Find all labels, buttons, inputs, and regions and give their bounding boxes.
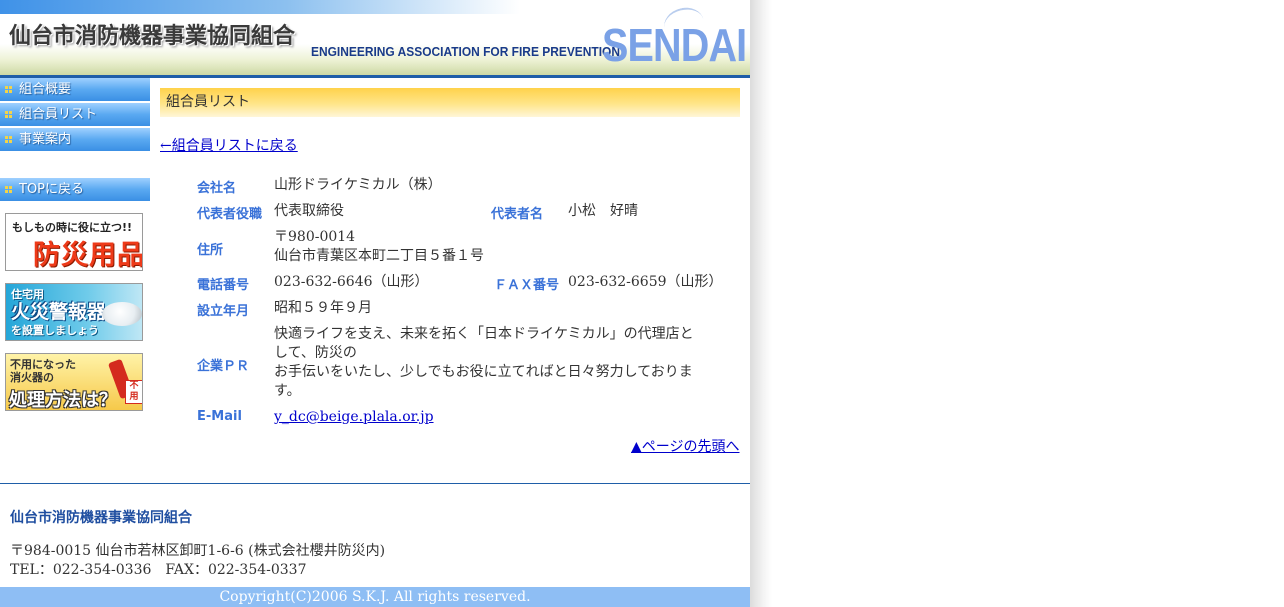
page: 仙台市消防機器事業協同組合 ENGINEERING ASSOCIATION FO… — [0, 0, 750, 607]
footer-org-name: 仙台市消防機器事業協同組合 — [10, 510, 192, 526]
sidebar-item-member-list[interactable]: 組合員リスト — [0, 103, 150, 126]
banner-heading: 火災警報器 — [11, 301, 107, 323]
rep-name: 小松 好晴 — [568, 203, 638, 219]
site-header: 仙台市消防機器事業協同組合 ENGINEERING ASSOCIATION FO… — [0, 0, 750, 78]
fax-label: ＦＡＸ番号 — [494, 278, 560, 293]
footer-address: 〒984-0015 仙台市若林区卸町1-6-6 (株式会社櫻井防災内) — [10, 543, 386, 559]
sidebar-item-overview[interactable]: 組合概要 — [0, 78, 150, 101]
footer-tel-fax: TEL：022-354-0336 FAX：022-354-0337 — [10, 562, 307, 578]
address: 仙台市青葉区本町二丁目５番１号 — [274, 248, 484, 264]
zip-code: 〒980-0014 — [274, 229, 356, 245]
site-subtitle: ENGINEERING ASSOCIATION FOR FIRE PREVENT… — [311, 44, 621, 59]
tel: 023-632-6646（山形） — [274, 274, 429, 290]
sidebar-item-label: 組合概要 — [19, 82, 72, 97]
pr-text: お手伝いをいたし、少しでもお役に立てればと日々努力しておりま — [274, 364, 693, 380]
pr-label: 企業ＰＲ — [197, 359, 250, 374]
banner-disaster-supplies[interactable]: もしもの時に役に立つ!! 防災用品 — [5, 213, 143, 271]
header-top-band — [0, 0, 520, 14]
sendai-logo: SENDAI — [602, 19, 747, 71]
page-top-link[interactable]: ▲ページの先頭へ — [631, 436, 740, 456]
founded: 昭和５９年９月 — [274, 300, 372, 316]
company-name-label: 会社名 — [197, 181, 237, 196]
banner-text: を設置しましょう — [11, 324, 99, 337]
banner-tag: 不用 — [125, 380, 142, 404]
fax: 023-632-6659（山形） — [568, 274, 723, 290]
bullet-icon — [5, 186, 12, 193]
bullet-icon — [5, 86, 12, 93]
sidebar-item-label: 組合員リスト — [19, 107, 98, 122]
banner-heading: 処理方法は？ — [9, 390, 117, 411]
email-link[interactable]: y_dc@beige.plala.or.jp — [274, 408, 434, 427]
smoke-detector-icon — [102, 302, 142, 326]
email-label: E-Mail — [197, 409, 242, 424]
tel-label: 電話番号 — [197, 278, 250, 293]
bullet-icon — [5, 136, 12, 143]
company-name: 山形ドライケミカル（株） — [274, 177, 442, 193]
page-shadow — [750, 0, 772, 607]
section-title: 組合員リスト — [160, 88, 740, 117]
sidebar-item-label: TOPに戻る — [19, 182, 85, 197]
pr-text: して、防災の — [274, 345, 357, 361]
copyright-bar: Copyright(C)2006 S.K.J. All rights reser… — [0, 587, 750, 607]
sidebar-item-label: 事業案内 — [19, 132, 72, 147]
banner-fire-alarm[interactable]: 住宅用 火災警報器 を設置しましょう — [5, 283, 143, 341]
founded-label: 設立年月 — [197, 304, 250, 319]
sidebar-item-business[interactable]: 事業案内 — [0, 128, 150, 151]
back-to-member-list-link[interactable]: ←組合員リストに戻る — [160, 135, 298, 155]
bullet-icon — [5, 111, 12, 118]
rep-name-label: 代表者名 — [491, 207, 544, 222]
pr-text: 快適ライフを支え、未来を拓く「日本ドライケミカル」の代理店と — [274, 326, 694, 342]
sidebar-item-top[interactable]: TOPに戻る — [0, 178, 150, 201]
site-title: 仙台市消防機器事業協同組合 — [9, 24, 296, 49]
banner-extinguisher-disposal[interactable]: 不用になった 消火器の 処理方法は？ 不用 — [5, 353, 143, 411]
banner-text: 消火器の — [10, 371, 54, 384]
rep-role-label: 代表者役職 — [197, 207, 263, 222]
pr-text: す。 — [274, 383, 301, 399]
rep-role: 代表取締役 — [274, 203, 344, 219]
address-label: 住所 — [197, 243, 224, 258]
banner-heading: 防災用品 — [33, 240, 143, 271]
footer-divider — [0, 483, 750, 484]
